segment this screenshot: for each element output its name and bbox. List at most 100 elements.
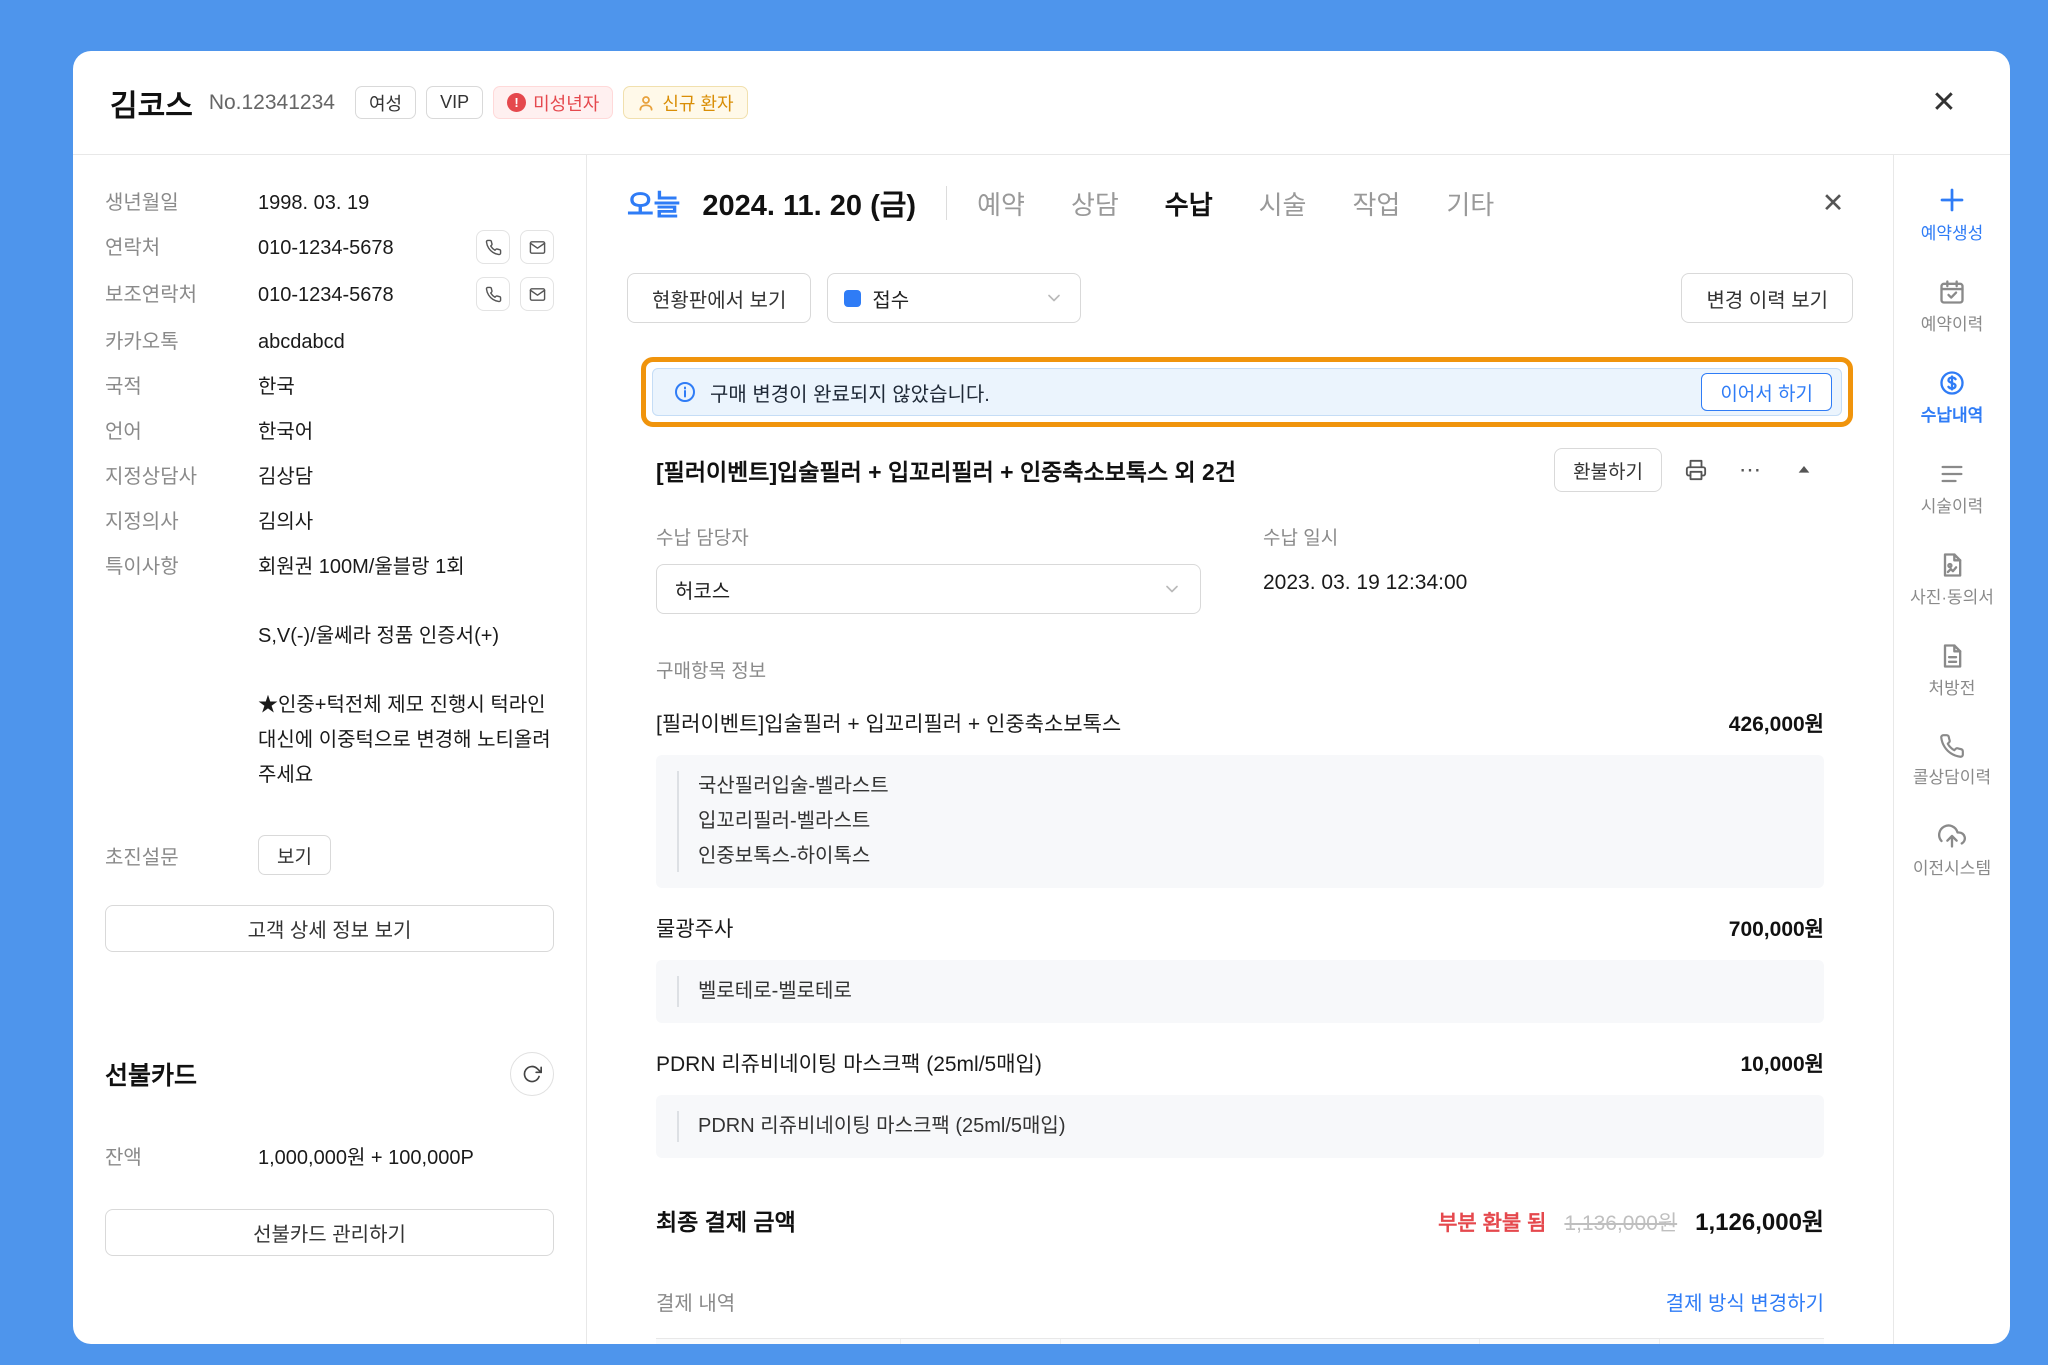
item-detail-box: PDRN 리쥬비네이팅 마스크팩 (25ml/5매입): [656, 1095, 1824, 1158]
nav-label: 처방전: [1929, 679, 1976, 699]
close-icon[interactable]: ✕: [1813, 183, 1853, 223]
gender-badge-label: 여성: [369, 90, 402, 116]
person-icon: [637, 94, 655, 112]
document-icon: [1938, 642, 1966, 670]
continue-button[interactable]: 이어서 하기: [1701, 373, 1832, 411]
tab-consultation[interactable]: 상담: [1071, 185, 1119, 222]
order-title-row: [필러이벤트]입술필러 + 입꼬리필러 + 인중축소보톡스 외 2건 환불하기 …: [656, 447, 1824, 493]
close-icon[interactable]: ✕: [1924, 83, 1964, 123]
customer-detail-button[interactable]: 고객 상세 정보 보기: [105, 905, 554, 952]
final-price: 1,126,000원: [1695, 1202, 1824, 1237]
badge-list: 여성 VIP ! 미성년자 신규 환자: [355, 86, 748, 119]
purchase-items-label: 구매항목 정보: [656, 656, 1824, 683]
purchase-item: PDRN 리쥬비네이팅 마스크팩 (25ml/5매입) 10,000원: [656, 1048, 1824, 1078]
order-actions: 환불하기 ⋯: [1554, 448, 1824, 492]
nav-item-photos-consent[interactable]: 사진·동의서: [1894, 551, 2010, 608]
nav-item-reservation-history[interactable]: 예약이력: [1894, 278, 2010, 335]
final-amount-label: 최종 결제 금액: [656, 1203, 796, 1237]
column-header-status: 결제 상태: [1479, 1339, 1659, 1345]
tab-etc[interactable]: 기타: [1446, 185, 1494, 222]
info-row-contact: 연락처 010-1234-5678: [105, 234, 554, 264]
item-detail: 국산필러입술-벨라스트: [698, 769, 1800, 804]
survey-view-button[interactable]: 보기: [258, 835, 331, 875]
phone-icon[interactable]: [476, 277, 510, 311]
table-header-row: 결제 일시 결제 담당자 결제 수단 결제 상태 결제 금액: [656, 1339, 1824, 1345]
patient-info-panel: 생년월일 1998. 03. 19 연락처 010-1234-5678 보조연락…: [73, 155, 587, 1344]
balance-label: 잔액: [105, 1144, 258, 1172]
nav-item-prescription[interactable]: 처방전: [1894, 642, 2010, 699]
tab-bar: 예약 상담 수납 시술 작업 기타: [977, 185, 1494, 222]
change-payment-method-link[interactable]: 결제 방식 변경하기: [1666, 1287, 1824, 1316]
more-options-icon[interactable]: ⋯: [1730, 450, 1770, 490]
print-icon[interactable]: [1676, 450, 1716, 490]
field-label: 지정의사: [105, 508, 258, 536]
vip-badge: VIP: [426, 86, 483, 119]
purchase-change-alert: 구매 변경이 완료되지 않았습니다. 이어서 하기: [652, 368, 1842, 416]
collapse-icon[interactable]: [1784, 450, 1824, 490]
item-detail-box: 국산필러입술-벨라스트 입꼬리필러-벨라스트 인중보톡스-하이톡스: [656, 755, 1824, 888]
field-value: 010-1234-5678: [258, 234, 466, 262]
field-label: 지정상담사: [105, 463, 258, 491]
purchase-item: [필러이벤트]입술필러 + 입꼬리필러 + 인중축소보톡스 426,000원: [656, 708, 1824, 738]
info-row-doctor: 지정의사 김의사: [105, 508, 554, 536]
payment-manager-select[interactable]: 허코스: [656, 564, 1201, 614]
payments-table: 결제 일시 결제 담당자 결제 수단 결제 상태 결제 금액 24. 5. 8 …: [656, 1338, 1824, 1344]
payment-datetime-group: 수납 일시 2023. 03. 19 12:34:00: [1263, 523, 1467, 614]
vip-badge-label: VIP: [440, 92, 469, 113]
info-row-birthdate: 생년월일 1998. 03. 19: [105, 189, 554, 217]
payments-title: 결제 내역: [656, 1287, 735, 1316]
patient-number: No.12341234: [209, 91, 335, 115]
tab-payment[interactable]: 수납: [1165, 185, 1213, 222]
change-history-button[interactable]: 변경 이력 보기: [1681, 273, 1853, 323]
field-label: 보조연락처: [105, 281, 258, 311]
phone-icon[interactable]: [476, 230, 510, 264]
nav-item-call-history[interactable]: 콜상담이력: [1894, 733, 2010, 788]
nav-label: 이전시스템: [1913, 859, 1991, 879]
field-value: abcdabcd: [258, 328, 554, 356]
refund-button[interactable]: 환불하기: [1554, 448, 1662, 492]
final-amount-values: 부분 환불 됨 1,136,000원 1,126,000원: [1438, 1202, 1824, 1237]
item-name: PDRN 리쥬비네이팅 마스크팩 (25ml/5매입): [656, 1048, 1042, 1078]
nav-item-legacy-system[interactable]: 이전시스템: [1894, 822, 2010, 879]
prepaid-manage-button[interactable]: 선불카드 관리하기: [105, 1209, 554, 1256]
dollar-circle-icon: [1938, 369, 1966, 397]
special-note: ★인중+턱전체 제모 진행시 턱라인 대신에 이중턱으로 변경해 노티올려주세요: [258, 688, 554, 793]
nav-item-create-reservation[interactable]: 예약생성: [1894, 185, 2010, 244]
field-label: 특이사항: [105, 553, 258, 581]
list-icon: [1938, 460, 1966, 488]
tab-procedure[interactable]: 시술: [1259, 185, 1307, 222]
mail-icon[interactable]: [520, 230, 554, 264]
today-link[interactable]: 오늘: [627, 182, 680, 224]
nav-item-payment-details[interactable]: 수납내역: [1894, 369, 2010, 426]
alert-highlight-ring: 구매 변경이 완료되지 않았습니다. 이어서 하기: [641, 357, 1853, 427]
modal-body: 생년월일 1998. 03. 19 연락처 010-1234-5678 보조연락…: [73, 155, 2010, 1344]
status-color-chip: [844, 290, 861, 307]
nav-label: 시술이력: [1921, 497, 1984, 517]
final-amount-row: 최종 결제 금액 부분 환불 됨 1,136,000원 1,126,000원: [656, 1202, 1824, 1237]
gender-badge: 여성: [355, 86, 416, 119]
field-value: 김상담: [258, 463, 554, 491]
info-row-secondary-contact: 보조연락처 010-1234-5678: [105, 281, 554, 311]
patient-name: 김코스: [110, 81, 193, 125]
refresh-icon[interactable]: [510, 1052, 554, 1096]
plus-icon: [1937, 185, 1967, 215]
field-label: 연락처: [105, 234, 258, 264]
field-value: 김의사: [258, 508, 554, 536]
purchase-item: 물광주사 700,000원: [656, 913, 1824, 943]
mail-icon[interactable]: [520, 277, 554, 311]
nav-item-procedure-history[interactable]: 시술이력: [1894, 460, 2010, 517]
survey-label: 초진설문: [105, 841, 258, 870]
info-row-language: 언어 한국어: [105, 418, 554, 446]
column-header-method: 결제 수단: [1060, 1339, 1479, 1345]
prepaid-card-title: 선불카드: [105, 1056, 197, 1092]
status-select[interactable]: 접수: [827, 273, 1081, 323]
dashboard-view-button[interactable]: 현황판에서 보기: [627, 273, 811, 323]
phone-icon: [1939, 733, 1965, 759]
tab-reservation[interactable]: 예약: [977, 185, 1025, 222]
modal-header: 김코스 No.12341234 여성 VIP ! 미성년자 신규 환자 ✕: [73, 51, 2010, 155]
field-value: 한국: [258, 373, 554, 401]
order-title: [필러이벤트]입술필러 + 입꼬리필러 + 인중축소보톡스 외 2건: [656, 453, 1236, 487]
prepaid-card-header: 선불카드: [105, 1052, 554, 1096]
tab-work[interactable]: 작업: [1352, 185, 1400, 222]
field-value: 회원권 100M/울블랑 1회: [258, 553, 554, 581]
